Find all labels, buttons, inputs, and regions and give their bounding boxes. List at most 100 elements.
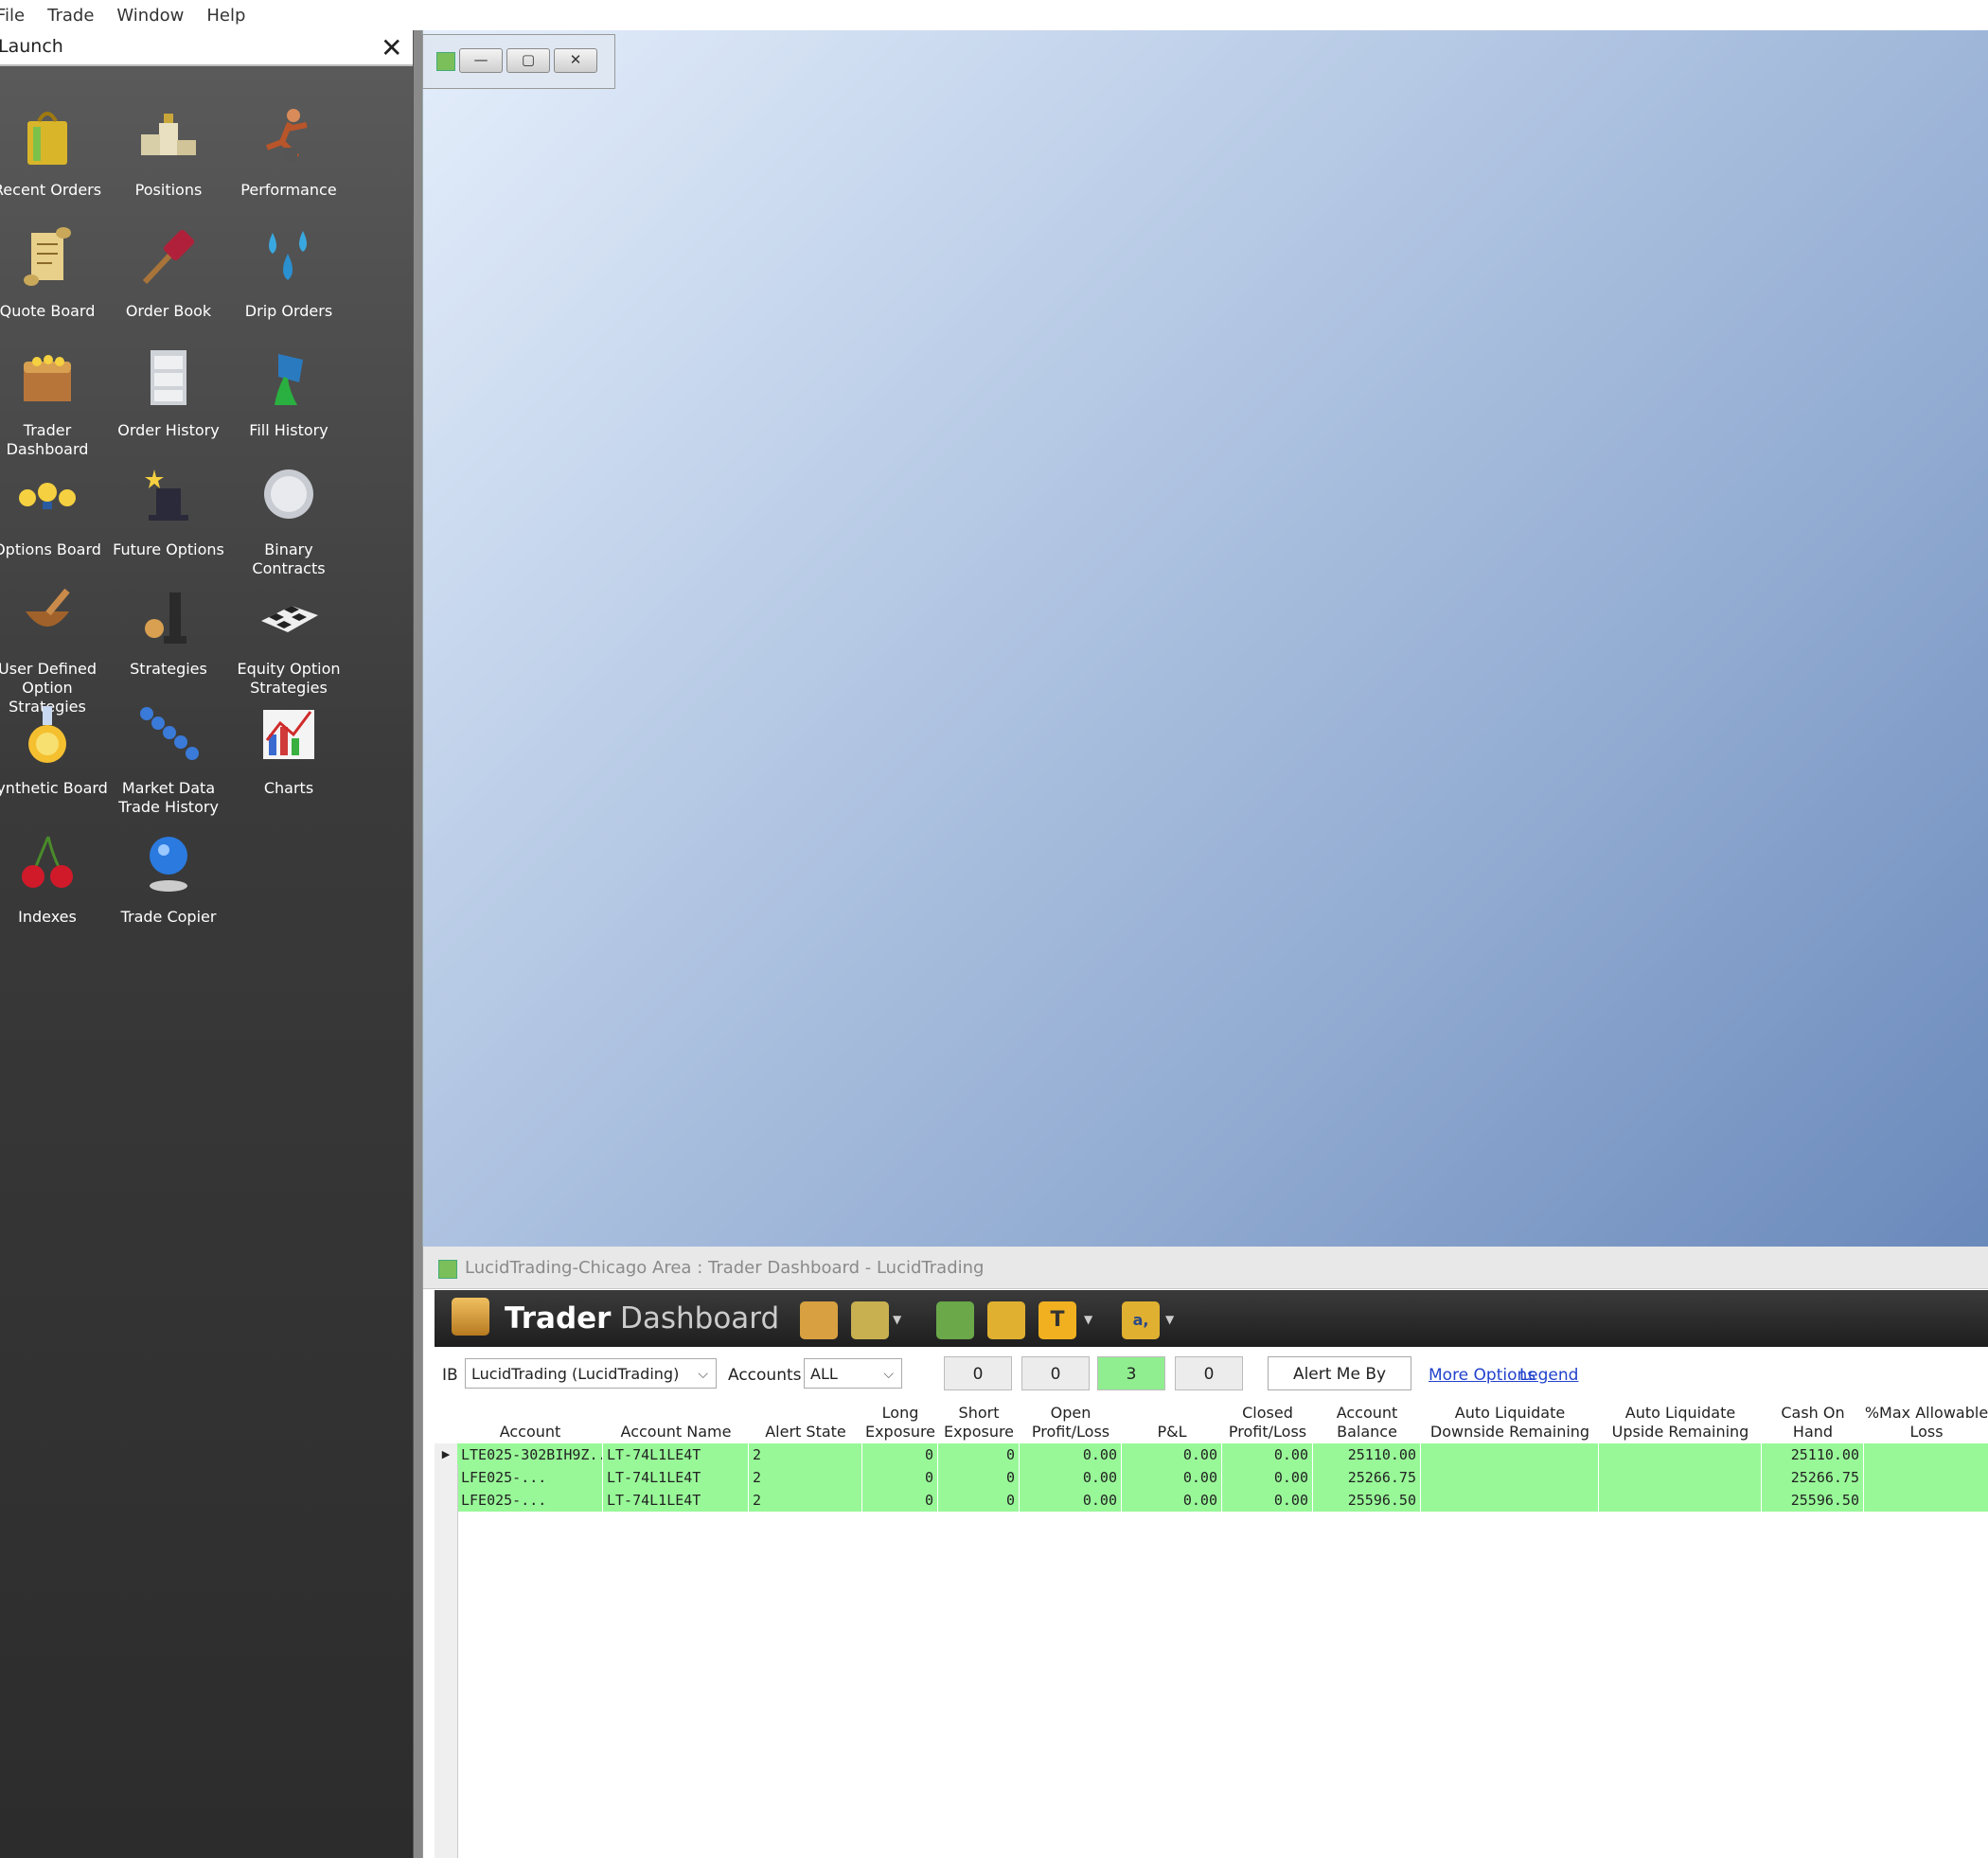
- launch-header: Launch ✕: [0, 30, 413, 66]
- close-button[interactable]: ✕: [554, 48, 597, 73]
- count-box[interactable]: 0: [1175, 1356, 1243, 1390]
- tile-label: Fill History: [249, 421, 328, 439]
- menu-trade[interactable]: Trade: [47, 6, 94, 26]
- cell-account: LFE025-...: [457, 1489, 603, 1512]
- ib-select[interactable]: LucidTrading (LucidTrading) ⌵: [465, 1358, 717, 1389]
- row-pointer-icon: ▶: [435, 1443, 458, 1466]
- column-header[interactable]: Account Balance: [1313, 1398, 1421, 1442]
- tile-strategies[interactable]: Strategies: [108, 583, 229, 679]
- chevron-down-icon[interactable]: ▼: [1084, 1313, 1092, 1326]
- cell-alert-state: 2: [749, 1443, 862, 1466]
- cell-balance: 25266.75: [1313, 1466, 1421, 1489]
- settings-icon[interactable]: [851, 1301, 889, 1339]
- cell-open-pl: 0.00: [1020, 1489, 1122, 1512]
- tile-user-defined-option-strategies[interactable]: User Defined Option Strategies: [0, 583, 108, 717]
- tile-binary-contracts[interactable]: Binary Contracts: [228, 464, 349, 578]
- chevron-down-icon[interactable]: ▼: [1165, 1313, 1174, 1326]
- alert-me-by-button[interactable]: Alert Me By: [1268, 1356, 1411, 1390]
- tile-synthetic-board[interactable]: Synthetic Board: [0, 702, 108, 798]
- column-header[interactable]: Short Exposure: [938, 1398, 1020, 1442]
- column-header[interactable]: Closed Profit/Loss: [1222, 1398, 1313, 1442]
- tile-fill-history[interactable]: Fill History: [228, 345, 349, 440]
- cell-cash: 25596.50: [1762, 1489, 1864, 1512]
- menu-window[interactable]: Window: [116, 6, 184, 26]
- flask-icon: [28, 706, 66, 763]
- count-box[interactable]: 0: [1021, 1356, 1090, 1390]
- tile-charts[interactable]: Charts: [228, 702, 349, 798]
- column-header[interactable]: Account: [457, 1398, 603, 1442]
- minimize-button[interactable]: —: [459, 48, 503, 73]
- tile-order-history[interactable]: Order History: [108, 345, 229, 440]
- tile-label: Synthetic Board: [0, 779, 108, 797]
- dashboard-banner: Trader Dashboard ▼ T ▼ a, ▼: [435, 1290, 1988, 1347]
- magic-hat-icon: [145, 469, 188, 521]
- tile-future-options[interactable]: Future Options: [108, 464, 229, 559]
- file-cabinet-icon: [151, 350, 186, 405]
- chevron-down-icon[interactable]: ▼: [893, 1313, 901, 1326]
- gavel-icon: [142, 229, 195, 285]
- shopping-bag-icon: [27, 112, 67, 165]
- menu-file[interactable]: File: [0, 6, 25, 26]
- column-header[interactable]: Long Exposure: [862, 1398, 938, 1442]
- text-icon[interactable]: T: [1038, 1301, 1076, 1339]
- tile-recent-orders[interactable]: Recent Orders: [0, 104, 108, 200]
- cell-upside: [1599, 1466, 1762, 1489]
- clipboard-icon[interactable]: a,: [1122, 1301, 1160, 1339]
- tile-label: Strategies: [130, 660, 207, 678]
- tile-label: Future Options: [113, 540, 224, 558]
- cell-max-loss: [1864, 1489, 1988, 1512]
- window-app-icon: [438, 1260, 457, 1279]
- tile-label: Recent Orders: [0, 181, 102, 199]
- cell-long-exposure: 0: [862, 1466, 938, 1489]
- count-box-highlighted[interactable]: 3: [1097, 1356, 1165, 1390]
- chevron-down-icon: ⌵: [883, 1367, 894, 1382]
- clear-alerts-icon[interactable]: [800, 1301, 838, 1339]
- table-row[interactable]: ▶ LTE025-302BIH9Z... LT-74L1LE4T 2 0 0 0…: [435, 1443, 1988, 1466]
- column-header[interactable]: %Max Allowable Loss: [1864, 1398, 1988, 1442]
- launch-close-button[interactable]: ✕: [381, 32, 402, 63]
- tile-options-board[interactable]: Options Board: [0, 464, 108, 559]
- window-titlebar[interactable]: LucidTrading-Chicago Area : Trader Dashb…: [423, 1247, 1988, 1289]
- cell-account: LFE025-...: [457, 1466, 603, 1489]
- column-header[interactable]: Open Profit/Loss: [1020, 1398, 1122, 1442]
- folder-icon[interactable]: [987, 1301, 1025, 1339]
- tile-trade-copier[interactable]: Trade Copier: [108, 831, 229, 927]
- table-row[interactable]: LFE025-... LT-74L1LE4T 2 0 0 0.00 0.00 0…: [435, 1489, 1988, 1512]
- tile-order-book[interactable]: Order Book: [108, 225, 229, 321]
- chess-board-icon: [261, 606, 318, 632]
- tile-quote-board[interactable]: Quote Board: [0, 225, 108, 321]
- column-header[interactable]: Alert State: [749, 1398, 862, 1442]
- water-drops-icon: [269, 231, 307, 280]
- accounts-select[interactable]: ALL ⌵: [804, 1358, 902, 1389]
- tile-label: Binary Contracts: [252, 540, 326, 577]
- money-gear-icon[interactable]: [936, 1301, 974, 1339]
- column-header[interactable]: Account Name: [603, 1398, 749, 1442]
- tile-label: Options Board: [0, 540, 101, 558]
- tile-drip-orders[interactable]: Drip Orders: [228, 225, 349, 321]
- column-header[interactable]: Cash On Hand: [1762, 1398, 1864, 1442]
- row-header-strip: [435, 1464, 458, 1858]
- column-header[interactable]: Auto Liquidate Upside Remaining: [1599, 1398, 1762, 1442]
- minimized-window[interactable]: — ▢ ✕: [422, 34, 615, 89]
- tile-positions[interactable]: Positions: [108, 104, 229, 200]
- cell-downside: [1421, 1489, 1599, 1512]
- tile-label: Drip Orders: [244, 302, 333, 320]
- cell-open-pl: 0.00: [1020, 1466, 1122, 1489]
- column-header[interactable]: P&L: [1122, 1398, 1222, 1442]
- column-header[interactable]: Auto Liquidate Downside Remaining: [1421, 1398, 1599, 1442]
- table-row[interactable]: LFE025-... LT-74L1LE4T 2 0 0 0.00 0.00 0…: [435, 1466, 1988, 1489]
- tile-trader-dashboard[interactable]: Trader Dashboard: [0, 345, 108, 459]
- menu-bar: File Trade Window Help: [0, 0, 1988, 31]
- tile-performance[interactable]: Performance: [228, 104, 349, 200]
- brand-title-2: Dashboard: [620, 1301, 780, 1336]
- tile-indexes[interactable]: Indexes: [0, 831, 108, 927]
- count-box[interactable]: 0: [944, 1356, 1012, 1390]
- legend-link[interactable]: Legend: [1519, 1366, 1578, 1385]
- tile-label: Trade Copier: [120, 908, 217, 926]
- person-globe-icon: [150, 837, 187, 892]
- menu-help[interactable]: Help: [206, 6, 245, 26]
- tile-label: Indexes: [18, 908, 77, 926]
- maximize-button[interactable]: ▢: [506, 48, 550, 73]
- tile-equity-option-strategies[interactable]: Equity Option Strategies: [228, 583, 349, 698]
- tile-market-data-trade-history[interactable]: Market Data Trade History: [108, 702, 229, 817]
